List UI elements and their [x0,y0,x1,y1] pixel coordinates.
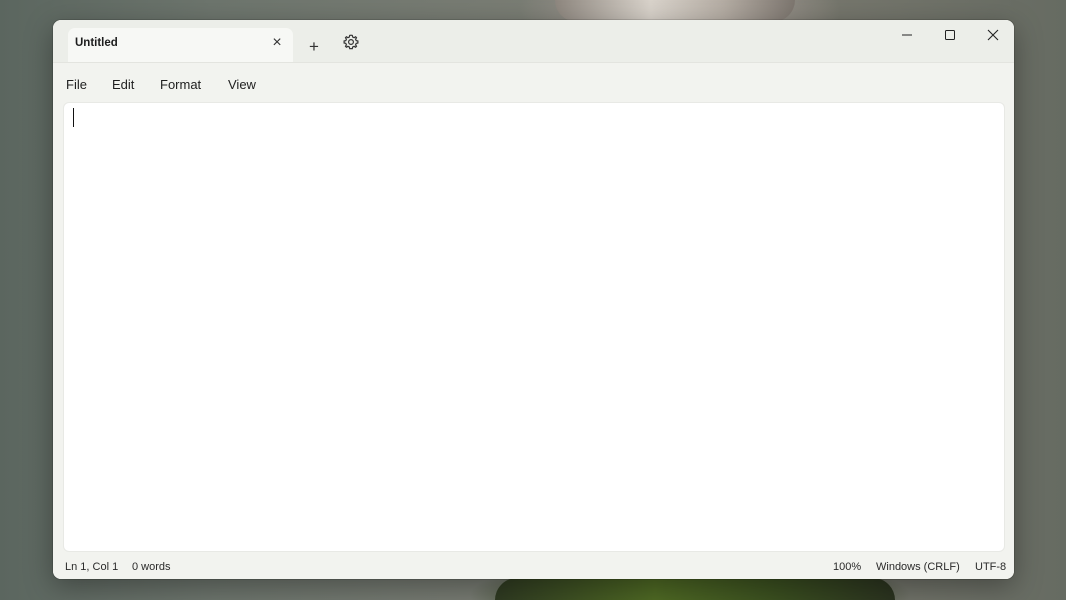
new-tab-button[interactable]: + [303,36,325,58]
text-editor[interactable] [64,103,1004,551]
menu-view[interactable]: View [228,77,256,92]
close-button[interactable] [971,20,1014,50]
tab-title: Untitled [75,37,118,49]
tab-close-icon[interactable]: × [267,33,287,53]
close-icon [987,29,999,41]
title-bar[interactable]: Untitled × + [53,20,1014,62]
wallpaper-owl [555,0,795,22]
tab-untitled[interactable]: Untitled × [68,28,293,62]
settings-button[interactable] [341,32,361,52]
text-caret [73,108,74,127]
line-ending[interactable]: Windows (CRLF) [876,561,960,573]
zoom-level[interactable]: 100% [833,561,861,573]
minimize-icon [902,34,912,36]
wallpaper-moss [495,578,895,600]
cursor-position: Ln 1, Col 1 [65,561,119,573]
gear-icon [343,34,359,50]
status-bar: Ln 1, Col 1 0 words 100% Windows (CRLF) … [53,557,1014,579]
menu-edit[interactable]: Edit [112,77,134,92]
minimize-button[interactable] [885,20,929,50]
menu-format[interactable]: Format [160,77,201,92]
maximize-button[interactable] [928,20,972,50]
word-count: 0 words [132,561,171,573]
menu-bar: File Edit Format View [53,62,1014,103]
encoding[interactable]: UTF-8 [975,561,1006,573]
menu-file[interactable]: File [66,77,87,92]
notepad-window: Untitled × + File Edit Format View Ln 1,… [53,20,1014,579]
maximize-icon [945,30,955,40]
